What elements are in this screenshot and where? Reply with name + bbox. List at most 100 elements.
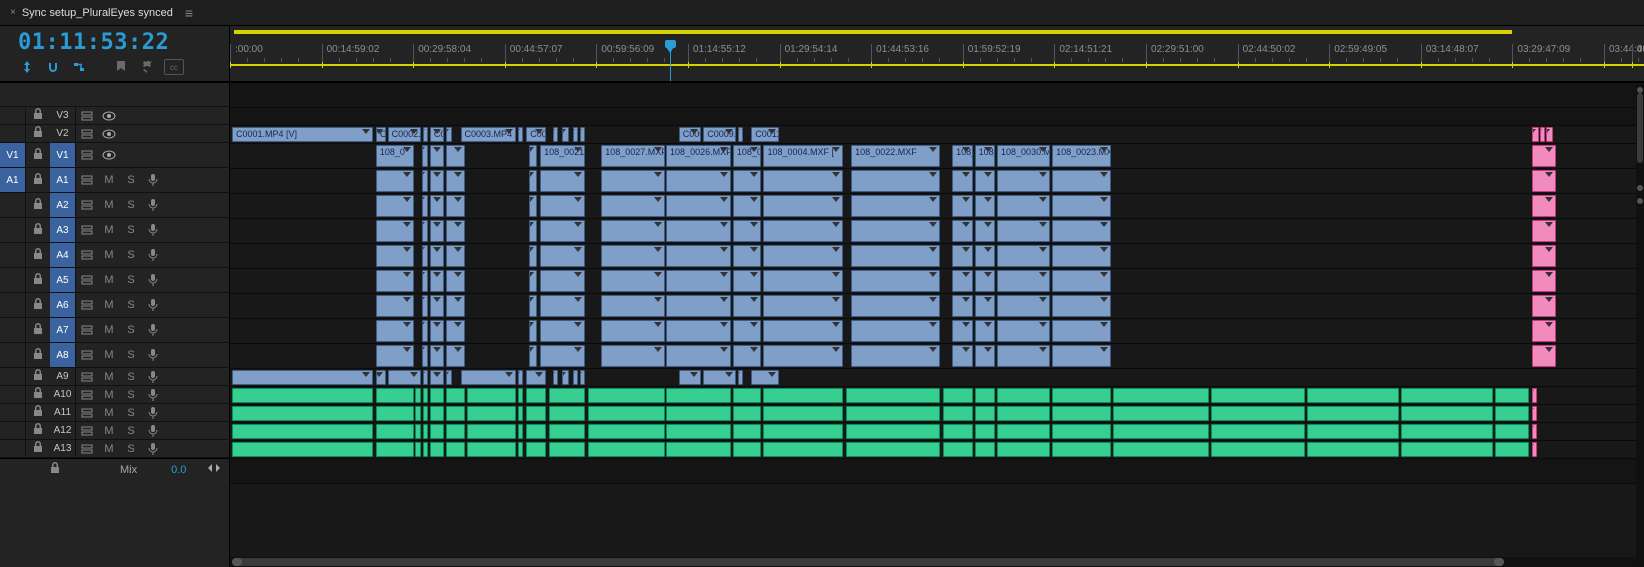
clip[interactable] [666,406,731,421]
clip[interactable] [601,320,664,342]
clip[interactable] [666,424,731,439]
clip[interactable] [423,424,428,439]
clip[interactable] [997,406,1050,421]
clip[interactable] [997,388,1050,403]
clip[interactable] [588,388,665,403]
mute-button[interactable]: M [98,174,120,186]
clip[interactable] [1532,170,1556,192]
clip[interactable]: C0003.MP4 [V] [461,127,516,142]
clip[interactable] [422,345,428,367]
track-target[interactable]: A5 [50,268,76,292]
track-lane[interactable] [230,83,1644,108]
toggle-output-icon[interactable] [98,111,120,121]
clip[interactable] [1307,406,1399,421]
clip[interactable] [430,370,444,385]
clip[interactable] [1052,270,1111,292]
clip[interactable] [376,295,414,317]
sync-lock-icon[interactable] [76,150,98,160]
clip[interactable] [1532,345,1556,367]
clip[interactable] [1052,388,1111,403]
clip[interactable] [763,245,843,267]
clip[interactable] [733,406,762,421]
clip[interactable] [1495,442,1530,457]
source-patch[interactable] [0,343,26,367]
clip[interactable] [446,442,465,457]
lock-icon[interactable] [26,387,50,402]
voiceover-icon[interactable] [142,349,164,361]
source-patch[interactable] [0,107,26,124]
solo-button[interactable]: S [120,443,142,455]
sync-lock-icon[interactable] [76,372,98,382]
clip[interactable]: C0001.MP4 [V] [232,127,373,142]
track-target[interactable]: A2 [50,193,76,217]
solo-button[interactable]: S [120,407,142,419]
clip[interactable] [588,442,665,457]
solo-button[interactable]: S [120,349,142,361]
voiceover-icon[interactable] [142,389,164,401]
source-patch[interactable] [0,318,26,342]
clip[interactable] [430,270,444,292]
mute-button[interactable]: M [98,389,120,401]
lock-icon[interactable] [26,148,50,163]
clip[interactable] [446,295,465,317]
clip[interactable] [1307,442,1399,457]
clip[interactable] [461,370,516,385]
clip[interactable] [549,406,585,421]
lock-icon[interactable] [26,273,50,288]
sync-lock-icon[interactable] [76,426,98,436]
voiceover-icon[interactable] [142,407,164,419]
clip[interactable] [540,170,585,192]
clip[interactable] [763,345,843,367]
clip[interactable]: C0007. [376,127,386,142]
clip[interactable] [1052,170,1111,192]
clip[interactable] [733,320,762,342]
clip[interactable] [943,424,973,439]
clip[interactable] [1052,320,1111,342]
clip[interactable] [666,245,731,267]
track-lane[interactable] [230,387,1644,405]
clip[interactable] [763,442,843,457]
solo-button[interactable]: S [120,425,142,437]
clip[interactable] [975,442,995,457]
clip[interactable] [952,220,972,242]
mute-button[interactable]: M [98,371,120,383]
clip[interactable] [422,270,428,292]
clip[interactable] [529,295,537,317]
track-target[interactable]: A9 [50,368,76,385]
clip[interactable] [446,388,465,403]
sync-lock-icon[interactable] [76,275,98,285]
clip[interactable] [763,388,843,403]
clip[interactable] [540,195,585,217]
solo-button[interactable]: S [120,249,142,261]
track-target[interactable]: A4 [50,243,76,267]
clip[interactable] [1401,406,1493,421]
clip[interactable]: 108_0023.MXF [ [1052,145,1111,167]
clip[interactable] [376,320,414,342]
clip[interactable] [1532,127,1539,142]
clip[interactable] [943,388,973,403]
clip[interactable] [952,170,972,192]
clip[interactable]: C0004 [526,127,546,142]
track-lane[interactable] [230,244,1644,269]
solo-button[interactable]: S [120,324,142,336]
clip[interactable]: 108_0027.MXF [ [601,145,664,167]
clip[interactable] [763,270,843,292]
track-lane[interactable]: 108_0108_0021.MXF [V]108_0027.MXF [108_0… [230,144,1644,169]
source-patch[interactable] [0,404,26,421]
clip[interactable] [549,442,585,457]
track-lane[interactable] [230,169,1644,194]
clip[interactable] [1532,406,1537,421]
clip[interactable] [526,442,546,457]
clip[interactable]: 108_00 [952,145,972,167]
work-area-bar[interactable] [234,30,1512,34]
clip[interactable] [851,270,940,292]
clip[interactable] [851,245,940,267]
source-patch[interactable] [0,422,26,439]
clip[interactable] [1495,406,1530,421]
clip[interactable] [733,245,762,267]
clip[interactable] [376,345,414,367]
clip[interactable] [430,145,444,167]
settings-icon[interactable] [138,59,156,75]
track-target[interactable]: V2 [50,125,76,142]
clip[interactable] [997,295,1050,317]
